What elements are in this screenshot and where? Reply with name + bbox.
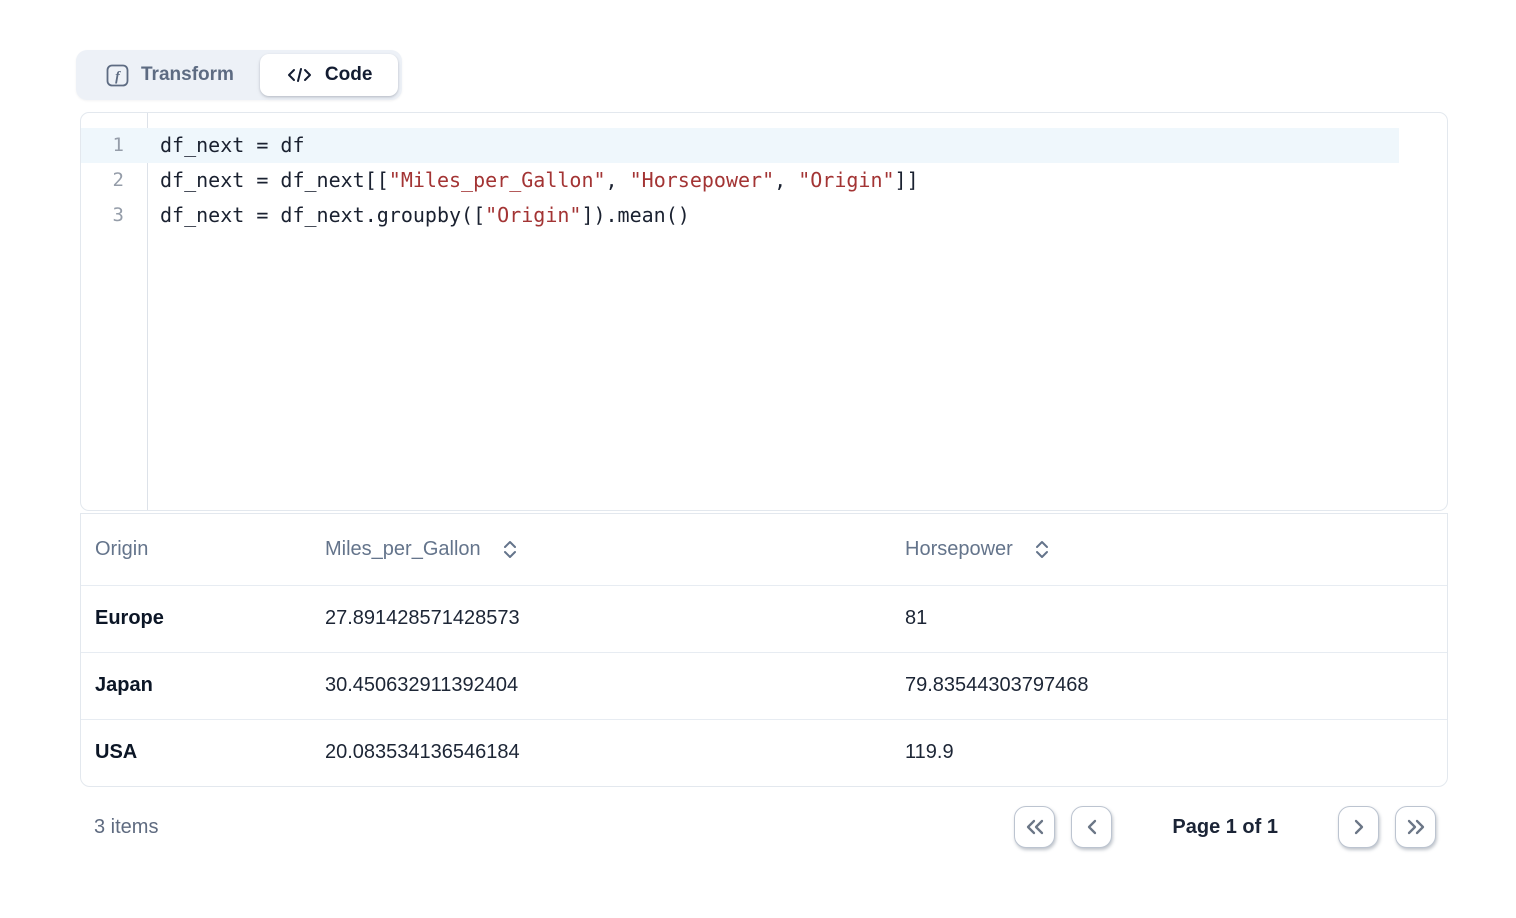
value-cell: 20.083534136546184 xyxy=(311,719,891,786)
code-line[interactable]: 3df_next = df_next.groupby(["Origin"]).m… xyxy=(81,198,1447,233)
double-chevron-right-icon xyxy=(1405,818,1427,836)
column-header-label: Origin xyxy=(95,538,148,561)
table-row: Europe27.89142857142857381 xyxy=(81,585,1447,652)
double-chevron-left-icon xyxy=(1024,818,1046,836)
prev-page-button[interactable] xyxy=(1071,806,1112,848)
sort-chevrons-icon[interactable] xyxy=(502,539,518,560)
tab-code-label: Code xyxy=(325,64,373,86)
last-page-button[interactable] xyxy=(1395,806,1436,848)
svg-text:f: f xyxy=(115,69,121,84)
pagination: Page 1 of 1 xyxy=(1014,806,1436,848)
row-label-cell: Europe xyxy=(81,585,311,652)
line-number: 3 xyxy=(81,198,147,233)
sort-chevrons-icon[interactable] xyxy=(1034,539,1050,560)
value-cell: 79.83544303797468 xyxy=(891,652,1447,719)
line-number: 2 xyxy=(81,163,147,198)
view-tabbar: f Transform Code xyxy=(76,50,402,100)
code-text: df_next = df xyxy=(147,128,305,163)
line-number: 1 xyxy=(81,128,147,163)
first-page-button[interactable] xyxy=(1014,806,1055,848)
column-header-label: Miles_per_Gallon xyxy=(325,538,481,561)
code-line[interactable]: 2df_next = df_next[["Miles_per_Gallon", … xyxy=(81,163,1447,198)
tab-transform-label: Transform xyxy=(141,64,234,86)
column-header-label: Horsepower xyxy=(905,538,1013,561)
code-editor[interactable]: 1df_next = df2df_next = df_next[["Miles_… xyxy=(80,112,1448,511)
code-text: df_next = df_next.groupby(["Origin"]).me… xyxy=(147,198,690,233)
row-label-cell: Japan xyxy=(81,652,311,719)
table-footer: 3 items Page 1 of 1 xyxy=(80,794,1448,860)
chevron-right-icon xyxy=(1351,818,1367,836)
tab-transform[interactable]: f Transform xyxy=(80,54,260,96)
function-icon: f xyxy=(106,64,129,87)
result-table: Origin Miles_per_Gallon Horsepower Europe… xyxy=(80,513,1448,787)
chevron-left-icon xyxy=(1084,818,1100,836)
table-row: Japan30.45063291139240479.83544303797468 xyxy=(81,652,1447,719)
next-page-button[interactable] xyxy=(1338,806,1379,848)
table-row: USA20.083534136546184119.9 xyxy=(81,719,1447,786)
code-brackets-icon xyxy=(286,65,313,85)
page-indicator: Page 1 of 1 xyxy=(1172,816,1278,839)
tab-code[interactable]: Code xyxy=(260,54,399,96)
value-cell: 27.891428571428573 xyxy=(311,585,891,652)
column-header[interactable]: Horsepower xyxy=(891,514,1447,585)
table-header-row: Origin Miles_per_Gallon Horsepower xyxy=(81,514,1447,585)
code-text: df_next = df_next[["Miles_per_Gallon", "… xyxy=(147,163,919,198)
value-cell: 119.9 xyxy=(891,719,1447,786)
column-header[interactable]: Miles_per_Gallon xyxy=(311,514,891,585)
code-lines: 1df_next = df2df_next = df_next[["Miles_… xyxy=(81,113,1447,233)
column-header: Origin xyxy=(81,514,311,585)
items-count: 3 items xyxy=(94,816,158,839)
value-cell: 30.450632911392404 xyxy=(311,652,891,719)
code-line[interactable]: 1df_next = df xyxy=(81,128,1447,163)
value-cell: 81 xyxy=(891,585,1447,652)
row-label-cell: USA xyxy=(81,719,311,786)
